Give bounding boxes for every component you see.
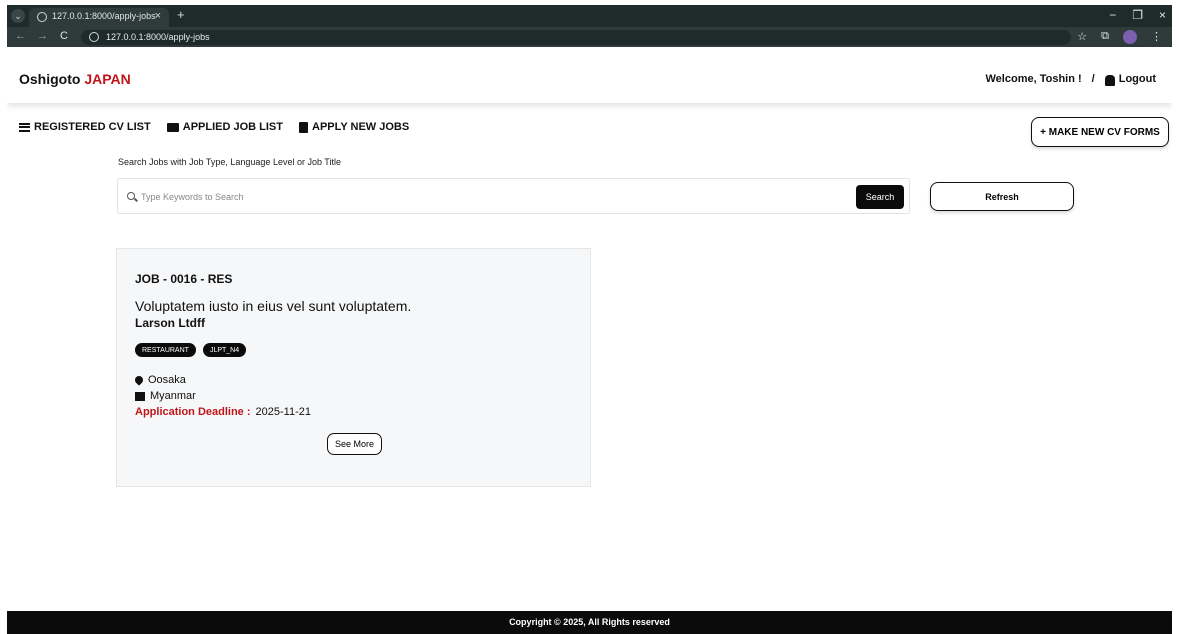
location-text: Oosaka: [148, 374, 186, 386]
nav-apply-new-jobs[interactable]: APPLY NEW JOBS: [299, 121, 409, 133]
site-info-icon[interactable]: [89, 32, 99, 42]
browser-tab[interactable]: 127.0.0.1:8000/apply-jobs ×: [29, 8, 169, 27]
nav-registered-cv-list[interactable]: REGISTERED CV LIST: [19, 121, 151, 133]
footer: Copyright © 2025, All Rights reserved: [7, 611, 1172, 634]
nav-label: APPLIED JOB LIST: [182, 121, 283, 133]
brand-accent: JAPAN: [84, 71, 131, 87]
job-deadline: Application Deadline : 2025-11-21: [135, 406, 311, 418]
profile-avatar-icon[interactable]: [1123, 30, 1137, 44]
close-window-icon[interactable]: ×: [1159, 8, 1166, 22]
search-icon: [127, 192, 135, 200]
tab-close-icon[interactable]: ×: [155, 10, 161, 22]
job-country: Myanmar: [135, 390, 196, 402]
address-bar[interactable]: 127.0.0.1:8000/apply-jobs: [81, 30, 1071, 45]
logout-label: Logout: [1118, 73, 1156, 85]
browser-toolbar: ← → C 127.0.0.1:8000/apply-jobs ☆ ⧉ ⋮: [7, 27, 1172, 47]
extensions-icon[interactable]: ⧉: [1101, 30, 1109, 44]
deadline-label: Application Deadline :: [135, 406, 251, 418]
building-icon: [299, 121, 308, 133]
flag-icon: [135, 391, 145, 401]
browser-tabbar: ⌄ 127.0.0.1:8000/apply-jobs × + − ❐ ×: [7, 5, 1172, 27]
globe-icon: [37, 12, 47, 22]
job-tags: RESTAURANT JLPT_N4: [135, 343, 247, 357]
window-controls: − ❐ ×: [1109, 8, 1166, 22]
welcome-text: Welcome, Toshin !: [985, 73, 1082, 85]
deadline-value: 2025-11-21: [255, 406, 311, 418]
search-input[interactable]: [141, 188, 841, 206]
map-pin-icon: [133, 374, 145, 386]
restore-icon[interactable]: ❐: [1132, 8, 1143, 22]
user-info: Welcome, Toshin ! / Logout: [985, 73, 1156, 86]
logout-link[interactable]: Logout: [1104, 73, 1156, 86]
job-location: Oosaka: [133, 374, 186, 386]
main-nav: REGISTERED CV LIST APPLIED JOB LIST APPL…: [19, 121, 409, 133]
tag-badge: RESTAURANT: [135, 343, 196, 357]
forward-icon[interactable]: →: [37, 30, 48, 42]
tab-search-icon[interactable]: ⌄: [11, 9, 25, 23]
job-code: JOB - 0016 - RES: [135, 272, 233, 286]
list-icon: [19, 122, 30, 132]
nav-label: APPLY NEW JOBS: [312, 121, 410, 133]
tab-title: 127.0.0.1:8000/apply-jobs: [52, 11, 156, 21]
back-icon[interactable]: ←: [15, 30, 26, 42]
laptop-icon: [166, 122, 179, 132]
country-text: Myanmar: [150, 390, 196, 402]
copyright-text: Copyright © 2025, All Rights reserved: [509, 617, 670, 627]
user-icon: [1104, 74, 1115, 86]
see-more-button[interactable]: See More: [327, 433, 382, 455]
tag-badge: JLPT_N4: [202, 343, 247, 357]
search-bar: Search: [117, 178, 910, 214]
nav-applied-job-list[interactable]: APPLIED JOB LIST: [166, 121, 283, 133]
brand-logo[interactable]: Oshigoto JAPAN: [19, 71, 131, 87]
browser-window: ⌄ 127.0.0.1:8000/apply-jobs × + − ❐ × ← …: [7, 5, 1172, 634]
kebab-menu-icon[interactable]: ⋮: [1151, 30, 1162, 44]
job-card: JOB - 0016 - RES Voluptatem iusto in eiu…: [116, 248, 591, 487]
app-header: Oshigoto JAPAN Welcome, Toshin ! / Logou…: [7, 47, 1172, 103]
brand-main: Oshigoto: [19, 71, 81, 87]
reload-icon[interactable]: C: [60, 30, 68, 42]
minimize-icon[interactable]: −: [1109, 8, 1116, 22]
make-new-cv-button[interactable]: + MAKE NEW CV FORMS: [1031, 117, 1169, 147]
search-button[interactable]: Search: [856, 185, 904, 209]
refresh-button[interactable]: Refresh: [930, 182, 1074, 211]
search-hint: Search Jobs with Job Type, Language Leve…: [118, 157, 341, 167]
url-text: 127.0.0.1:8000/apply-jobs: [106, 32, 210, 42]
nav-label: REGISTERED CV LIST: [34, 121, 151, 133]
new-tab-button[interactable]: +: [177, 7, 185, 22]
separator: /: [1091, 73, 1095, 85]
bookmark-star-icon[interactable]: ☆: [1077, 30, 1087, 44]
job-title: Voluptatem iusto in eius vel sunt volupt…: [135, 298, 412, 314]
company-name: Larson Ltdff: [135, 316, 205, 330]
toolbar-actions: ☆ ⧉ ⋮: [1077, 30, 1162, 44]
